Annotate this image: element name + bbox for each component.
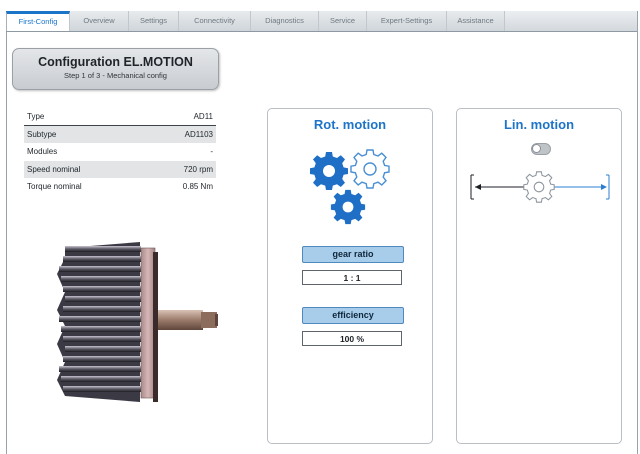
tab-overview[interactable]: Overview (70, 11, 129, 31)
tab-settings[interactable]: Settings (129, 11, 179, 31)
gear-ratio-button[interactable]: gear ratio (302, 246, 404, 263)
efficiency-button[interactable]: efficiency (302, 307, 404, 324)
table-row: Subtype AD1103 (24, 125, 216, 143)
motor-image (57, 242, 218, 402)
property-value: 720 rpm (183, 164, 213, 174)
gear-ratio-field[interactable]: 1 : 1 (302, 270, 402, 285)
table-row: Type AD11 (24, 108, 216, 126)
tab-assistance[interactable]: Assistance (447, 11, 505, 31)
page-subtitle: Step 1 of 3 - Mechanical config (64, 71, 167, 80)
property-label: Type (27, 112, 45, 121)
table-row: Torque nominal 0.85 Nm (24, 178, 216, 196)
rot-motion-panel: Rot. motion gear ratio 1 : 1 efficiency … (267, 108, 433, 444)
property-label: Subtype (27, 129, 57, 139)
tab-expert-settings[interactable]: Expert-Settings (367, 11, 447, 31)
property-value: 0.85 Nm (182, 182, 213, 191)
table-row: Modules - (24, 143, 216, 161)
tab-connectivity[interactable]: Connectivity (179, 11, 251, 31)
rot-motion-title: Rot. motion (313, 117, 387, 132)
efficiency-field[interactable]: 100 % (302, 331, 402, 346)
property-label: Speed nominal (27, 164, 81, 174)
linear-motion-toggle[interactable] (531, 143, 551, 155)
lin-motion-panel: Lin. motion (456, 108, 622, 444)
property-label: Modules (27, 147, 58, 156)
page-header: Configuration EL.MOTION Step 1 of 3 - Me… (12, 48, 219, 90)
property-value: AD1103 (184, 129, 213, 139)
property-value: - (210, 147, 213, 156)
toggle-knob (532, 144, 541, 153)
linear-gear-icon (470, 171, 610, 203)
properties-table: Type AD11 Subtype AD1103 Modules - Speed… (24, 108, 216, 196)
lin-motion-title: Lin. motion (503, 117, 575, 132)
tab-service[interactable]: Service (319, 11, 367, 31)
property-label: Torque nominal (27, 182, 82, 191)
tab-diagnostics[interactable]: Diagnostics (251, 11, 319, 31)
property-value: AD11 (193, 112, 213, 121)
tab-first-config[interactable]: First-Config (6, 11, 70, 31)
tab-bar: First-Config Overview Settings Connectiv… (6, 11, 637, 32)
gears-icon (310, 149, 390, 225)
table-row: Speed nominal 720 rpm (24, 160, 216, 178)
page-title: Configuration EL.MOTION (38, 55, 193, 69)
